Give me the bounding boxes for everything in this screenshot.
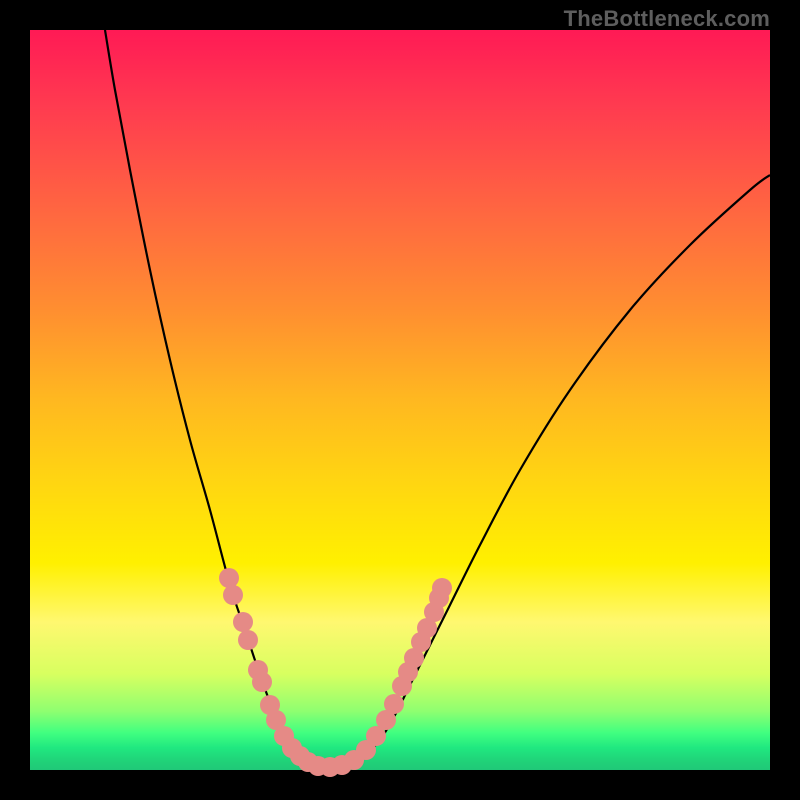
watermark-text: TheBottleneck.com: [564, 6, 770, 32]
marker-dot: [238, 630, 258, 650]
chart-frame: TheBottleneck.com: [0, 0, 800, 800]
curve-line: [105, 30, 770, 769]
marker-dot: [223, 585, 243, 605]
plot-area: [30, 30, 770, 770]
chart-svg: [30, 30, 770, 770]
marker-dot: [432, 578, 452, 598]
marker-dots: [219, 568, 452, 777]
marker-dot: [384, 694, 404, 714]
marker-dot: [252, 672, 272, 692]
marker-dot: [219, 568, 239, 588]
marker-dot: [233, 612, 253, 632]
